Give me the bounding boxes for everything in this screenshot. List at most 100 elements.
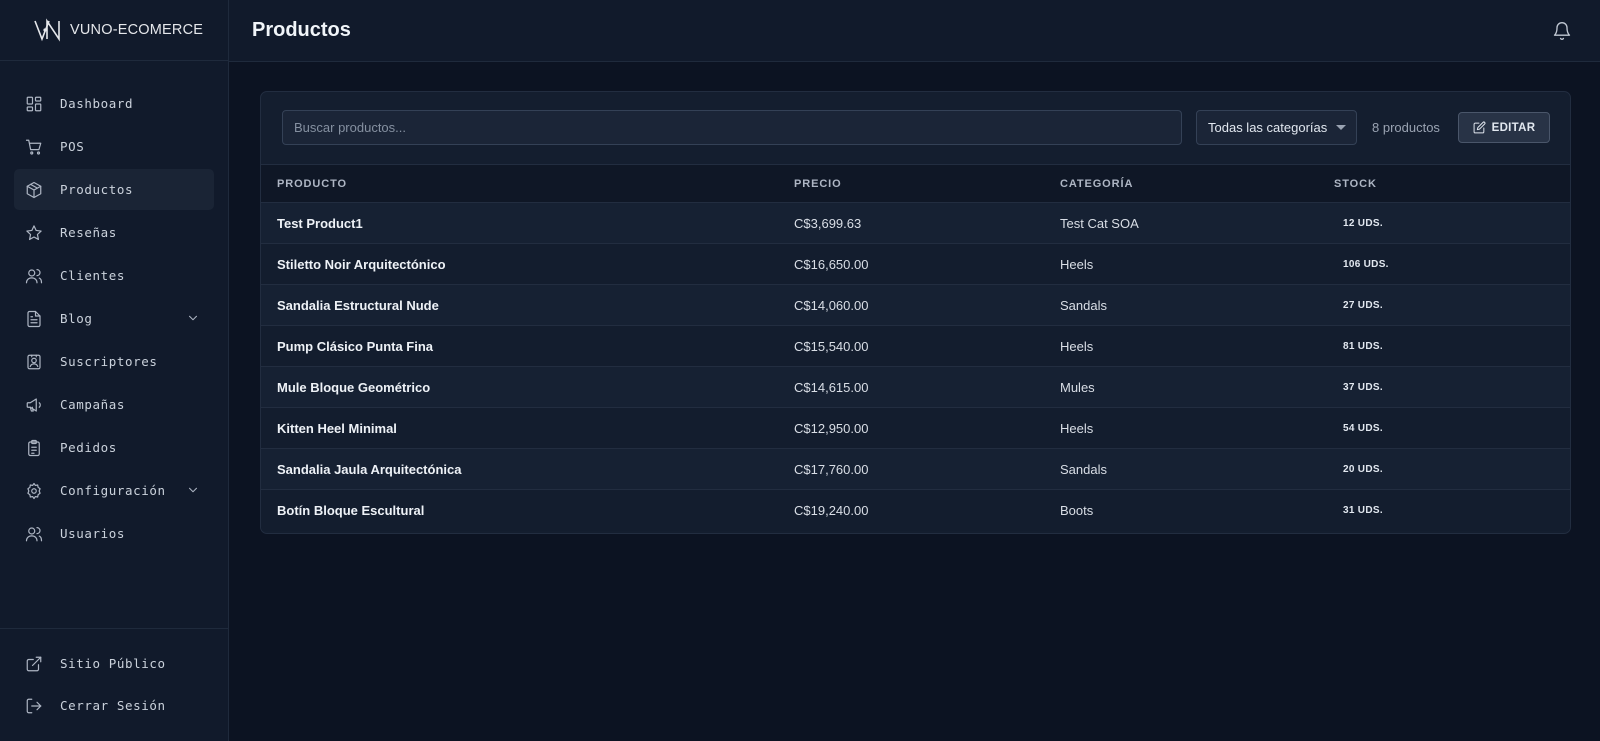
- product-stock: 31 UDS.: [1334, 490, 1570, 531]
- sidebar-item-pos[interactable]: POS: [14, 126, 214, 167]
- gear-icon: [27, 482, 41, 499]
- product-category: Mules: [1060, 379, 1095, 395]
- file-icon: [27, 310, 41, 327]
- product-name: Kitten Heel Minimal: [277, 420, 397, 436]
- product-category: Heels: [1060, 256, 1094, 272]
- box-icon: [26, 181, 42, 198]
- stock-badge: 81 UDS.: [1343, 340, 1383, 352]
- product-name: Mule Bloque Geométrico: [277, 379, 431, 395]
- table-header-row: PRODUCTO PRECIO CATEGORÍA STOCK: [261, 164, 1570, 203]
- edit-button[interactable]: EDITAR: [1458, 112, 1550, 143]
- table-row[interactable]: Kitten Heel Minimal C$12,950.00 Heels 54…: [261, 407, 1570, 449]
- sidebar-item-label: Reseñas: [60, 225, 117, 240]
- page-title: Productos: [252, 19, 351, 41]
- vuno-logo-icon: [34, 18, 60, 42]
- external-link-icon: [26, 656, 42, 671]
- sidebar-item-resenas[interactable]: Reseñas: [14, 212, 214, 253]
- product-name: Test Product1: [277, 215, 363, 231]
- column-header-precio[interactable]: PRECIO: [794, 165, 1060, 203]
- product-stock: 27 UDS.: [1334, 285, 1570, 326]
- sidebar-item-productos[interactable]: Productos: [14, 169, 214, 210]
- product-stock: 37 UDS.: [1334, 367, 1570, 408]
- product-category: Heels: [1060, 420, 1094, 436]
- sidebar-item-label: Cerrar Sesión: [60, 698, 166, 713]
- product-category: Sandals: [1060, 461, 1107, 477]
- brand-name: VUNO-ECOMERCE: [70, 22, 204, 38]
- sidebar-footer: Sitio Público Cerrar Sesión: [0, 628, 228, 741]
- users-icon: [25, 526, 43, 541]
- product-price: C$15,540.00: [794, 338, 869, 354]
- product-count: 8 productos: [1372, 120, 1440, 135]
- contact-icon: [27, 354, 41, 369]
- product-name: Pump Clásico Punta Fina: [277, 338, 434, 354]
- sidebar-item-usuarios[interactable]: Usuarios: [14, 513, 214, 554]
- stock-badge: 37 UDS.: [1343, 381, 1383, 393]
- brand[interactable]: VUNO-ECOMERCE: [0, 0, 228, 61]
- table-row[interactable]: Pump Clásico Punta Fina C$15,540.00 Heel…: [261, 325, 1570, 367]
- caret-down-icon: [1336, 125, 1346, 130]
- stock-badge: 27 UDS.: [1343, 299, 1383, 311]
- product-category: Boots: [1060, 502, 1094, 518]
- stock-badge: 106 UDS.: [1343, 258, 1389, 270]
- sidebar-item-label: Blog: [60, 311, 93, 326]
- sidebar-item-configuracion[interactable]: Configuración: [14, 470, 214, 511]
- sidebar-item-label: POS: [60, 139, 85, 154]
- sidebar-item-clientes[interactable]: Clientes: [14, 255, 214, 296]
- table-row[interactable]: Botín Bloque Escultural C$19,240.00 Boot…: [261, 489, 1570, 531]
- sidebar-item-pedidos[interactable]: Pedidos: [14, 427, 214, 468]
- sidebar: VUNO-ECOMERCE Dashboard POS Productos Re…: [0, 0, 229, 741]
- product-stock: 20 UDS.: [1334, 449, 1570, 490]
- sidebar-item-label: Pedidos: [60, 440, 117, 455]
- table-row[interactable]: Sandalia Jaula Arquitectónica C$17,760.0…: [261, 448, 1570, 490]
- product-category: Test Cat SOA: [1060, 215, 1139, 231]
- product-price: C$12,950.00: [794, 420, 869, 436]
- sidebar-item-cerrar-sesion[interactable]: Cerrar Sesión: [14, 685, 214, 726]
- sidebar-item-label: Suscriptores: [60, 354, 158, 369]
- edit-button-label: EDITAR: [1491, 121, 1536, 134]
- bell-icon[interactable]: [1552, 21, 1572, 41]
- logout-icon: [26, 698, 42, 713]
- products-toolbar: Todas las categorías 8 productos EDITAR: [261, 92, 1570, 164]
- product-price: C$16,650.00: [794, 256, 869, 272]
- search-input[interactable]: [282, 110, 1182, 145]
- product-stock: 81 UDS.: [1334, 326, 1570, 367]
- product-category: Heels: [1060, 338, 1094, 354]
- cart-icon: [25, 139, 42, 155]
- category-select[interactable]: Todas las categorías: [1196, 110, 1357, 145]
- sidebar-item-label: Sitio Público: [60, 656, 166, 671]
- product-price: C$14,615.00: [794, 379, 869, 395]
- sidebar-item-dashboard[interactable]: Dashboard: [14, 83, 214, 124]
- table-row[interactable]: Stiletto Noir Arquitectónico C$16,650.00…: [261, 243, 1570, 285]
- sidebar-item-label: Usuarios: [60, 526, 126, 541]
- column-header-stock[interactable]: STOCK: [1334, 165, 1570, 203]
- sidebar-item-blog[interactable]: Blog: [14, 298, 214, 339]
- dashboard-icon: [26, 96, 42, 111]
- stock-badge: 20 UDS.: [1343, 463, 1383, 475]
- sidebar-item-campanas[interactable]: Campañas: [14, 384, 214, 425]
- topbar: Productos: [229, 0, 1600, 62]
- sidebar-item-sitio-publico[interactable]: Sitio Público: [14, 643, 214, 684]
- product-name: Sandalia Estructural Nude: [277, 297, 439, 313]
- table-row[interactable]: Mule Bloque Geométrico C$14,615.00 Mules…: [261, 366, 1570, 408]
- column-header-categoria[interactable]: CATEGORÍA: [1060, 165, 1334, 203]
- product-name: Sandalia Jaula Arquitectónica: [277, 461, 462, 477]
- sidebar-item-label: Productos: [60, 182, 134, 197]
- table-row[interactable]: Test Product1 C$3,699.63 Test Cat SOA 12…: [261, 202, 1570, 244]
- product-price: C$17,760.00: [794, 461, 869, 477]
- chevron-down-icon[interactable]: [186, 483, 200, 497]
- product-stock: 12 UDS.: [1334, 203, 1570, 244]
- column-header-producto[interactable]: PRODUCTO: [261, 165, 794, 203]
- sidebar-item-suscriptores[interactable]: Suscriptores: [14, 341, 214, 382]
- clipboard-icon: [28, 439, 40, 456]
- product-category: Sandals: [1060, 297, 1107, 313]
- sidebar-item-label: Campañas: [60, 397, 126, 412]
- sidebar-nav: Dashboard POS Productos Reseñas Clientes…: [0, 83, 228, 556]
- chevron-down-icon[interactable]: [186, 311, 200, 325]
- product-price: C$14,060.00: [794, 297, 869, 313]
- sidebar-item-label: Configuración: [60, 483, 166, 498]
- table-row[interactable]: Sandalia Estructural Nude C$14,060.00 Sa…: [261, 284, 1570, 326]
- product-name: Botín Bloque Escultural: [277, 502, 425, 518]
- megaphone-icon: [26, 397, 41, 412]
- category-select-value: Todas las categorías: [1208, 120, 1328, 135]
- product-name: Stiletto Noir Arquitectónico: [277, 256, 446, 272]
